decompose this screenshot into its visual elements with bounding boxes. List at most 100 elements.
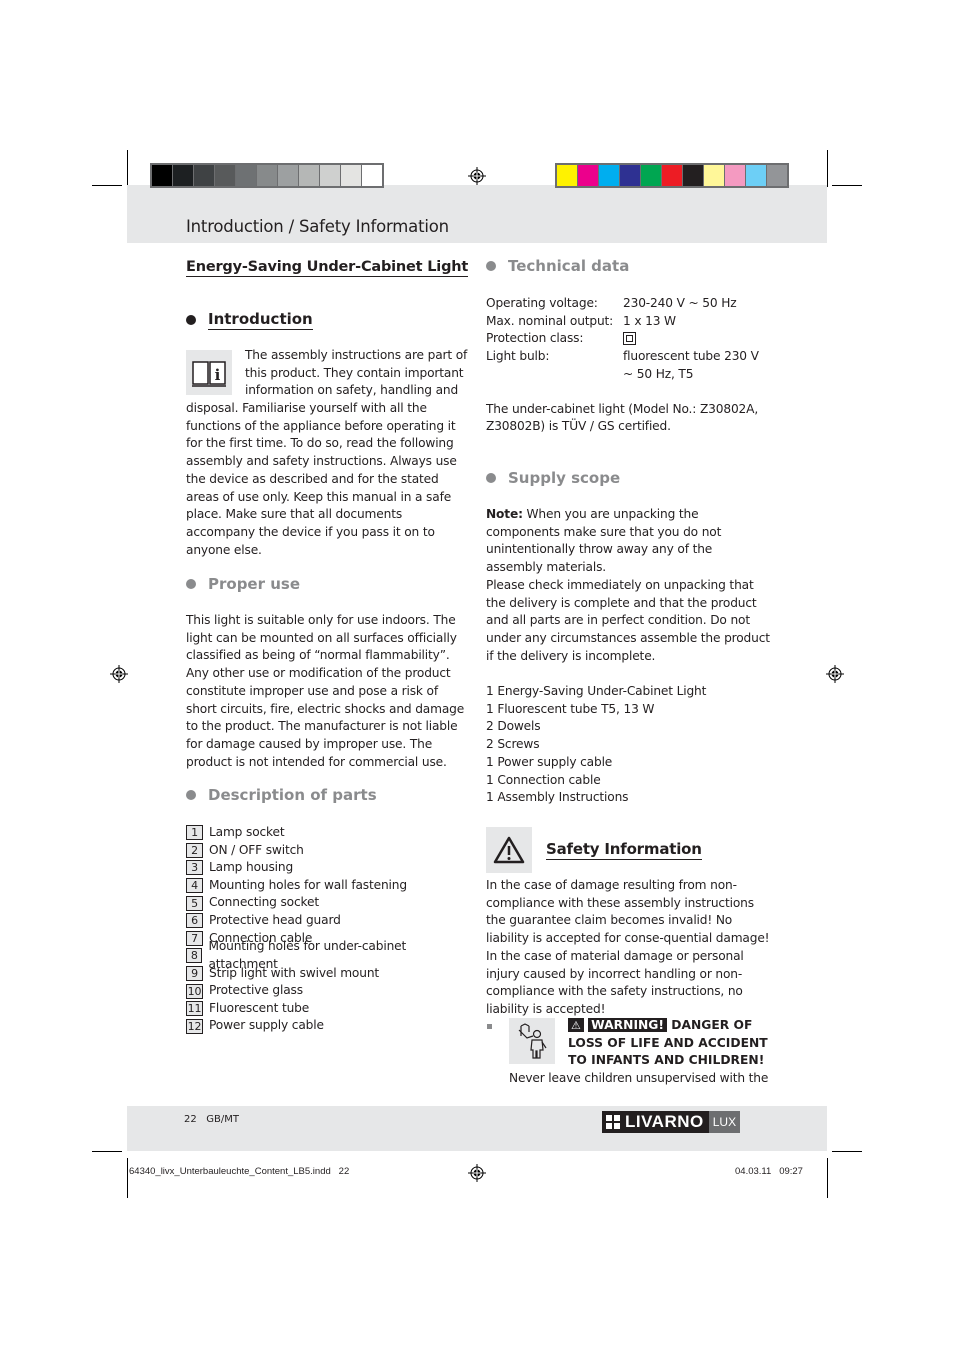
certification-text: The under-cabinet light (Model No.: Z308… — [486, 401, 759, 434]
crop-mark — [92, 185, 122, 186]
part-label: Lamp socket — [209, 824, 285, 839]
supply-list: 1 Energy-Saving Under-Cabinet Light 1 Flu… — [486, 683, 772, 807]
color-swatch — [683, 165, 703, 186]
color-swatch — [578, 165, 598, 186]
part-list-item: 10 Protective glass — [186, 982, 470, 1000]
part-number: 11 — [186, 1001, 203, 1017]
color-swatch — [599, 165, 619, 186]
part-number: 2 — [186, 842, 203, 858]
parts-list: 1 Lamp socket 2 ON / OFF switch 3 Lamp housin… — [186, 824, 470, 1035]
part-number: 10 — [186, 983, 203, 999]
supply-list-item: 2 Screws — [486, 737, 540, 752]
livarno-lux-logo: LIVARNO LUX — [602, 1111, 741, 1133]
color-swatch — [194, 165, 214, 186]
part-list-item: 6 Protective head guard — [186, 912, 470, 930]
bullet-icon — [486, 473, 496, 483]
tech-row-protection: Protection class: — [486, 330, 772, 348]
document-title: Energy-Saving Under-Cabinet Light — [186, 259, 469, 277]
registration-mark-icon — [110, 665, 128, 683]
technical-data-heading: Technical data — [486, 257, 772, 275]
part-label: Connecting socket — [209, 895, 319, 910]
color-swatch — [215, 165, 235, 186]
tech-row-voltage: Operating voltage: 230-240 V ~ 50 Hz — [486, 296, 737, 310]
part-number: 5 — [186, 895, 203, 911]
crop-mark — [127, 150, 128, 187]
warning-label: WARNING! — [588, 1018, 668, 1032]
svg-text:i: i — [215, 366, 221, 384]
introduction-section: Introduction — [186, 310, 470, 330]
proper-use-text: This light is suitable only for use indo… — [186, 613, 465, 769]
color-swatch — [557, 165, 577, 186]
description-of-parts-heading: Description of parts — [186, 786, 470, 804]
part-list-item: 4 Mounting holes for wall fastening — [186, 877, 470, 895]
registration-mark-icon — [468, 167, 486, 185]
grey-calibration-bar — [150, 163, 384, 188]
color-swatch — [641, 165, 661, 186]
manual-info-icon: i — [186, 350, 232, 395]
part-label: Mounting holes for wall fastening — [209, 877, 407, 892]
color-swatch — [725, 165, 745, 186]
supply-scope-check: Please check immediately on unpacking th… — [486, 578, 770, 663]
locale-code: GB/MT — [206, 1114, 239, 1125]
supply-list-item: 1 Connection cable — [486, 772, 601, 787]
introduction-heading: Introduction — [186, 310, 470, 330]
crop-mark — [827, 150, 828, 187]
part-number: 3 — [186, 860, 203, 876]
crop-mark — [827, 1158, 828, 1198]
part-list-item: 12 Power supply cable — [186, 1018, 470, 1036]
part-number: 8 — [186, 948, 203, 964]
safety-text: In the case of damage resulting from non… — [486, 878, 770, 1016]
part-label: Fluorescent tube — [209, 1000, 310, 1015]
safety-heading: Safety Information — [546, 840, 702, 860]
list-bullet-icon — [487, 1024, 492, 1029]
part-list-item: 8 Mounting holes for under-cabinet attach… — [186, 939, 470, 971]
registration-mark-icon — [468, 1164, 486, 1182]
supply-list-item: 1 Assembly Instructions — [486, 790, 629, 805]
bullet-icon — [486, 261, 496, 271]
supply-list-item: 1 Fluorescent tube T5, 13 W — [486, 701, 655, 716]
part-list-item: 1 Lamp socket — [186, 824, 470, 842]
left-column: Energy-Saving Under-Cabinet Light — [186, 256, 470, 277]
color-swatch — [236, 165, 256, 186]
registration-mark-icon — [826, 665, 844, 683]
color-swatch — [257, 165, 277, 186]
bullet-icon — [186, 579, 196, 589]
color-swatch — [662, 165, 682, 186]
color-swatch — [173, 165, 193, 186]
part-list-item: 2 ON / OFF switch — [186, 842, 470, 860]
proper-use-section: Proper use — [186, 575, 470, 593]
bullet-icon — [186, 790, 196, 800]
page-number: 22 — [184, 1114, 197, 1125]
part-label: Lamp housing — [209, 860, 294, 875]
logo-mark-icon — [606, 1115, 620, 1129]
footer-page-info: 22 GB/MT — [184, 1114, 239, 1125]
protection-class-ii-icon — [623, 332, 636, 346]
color-swatch — [152, 165, 172, 186]
supply-scope-note: Note: When you are unpacking the compone… — [486, 507, 722, 575]
technical-data-section: Technical data — [486, 257, 772, 275]
supply-list-item: 1 Power supply cable — [486, 754, 613, 769]
color-swatch — [320, 165, 340, 186]
introduction-text: disposal. Familiarise yourself with all … — [186, 401, 457, 557]
proper-use-heading: Proper use — [186, 575, 470, 593]
part-list-item: 3 Lamp housing — [186, 859, 470, 877]
warning-heading: ⚠ WARNING! DANGER OF LOSS OF LIFE AND AC… — [568, 1018, 768, 1067]
child-hazard-icon — [509, 1018, 555, 1064]
color-swatch — [362, 165, 382, 186]
slug-timestamp: 04.03.11 09:27 — [735, 1166, 803, 1177]
bullet-icon — [186, 315, 196, 325]
color-calibration-bar — [555, 163, 789, 188]
part-number: 9 — [186, 966, 203, 982]
crop-mark — [127, 1158, 128, 1198]
warning-triangle-small-icon: ⚠ — [571, 1019, 581, 1032]
part-number: 1 — [186, 825, 203, 841]
crop-mark — [832, 1151, 862, 1152]
supply-scope-section: Supply scope — [486, 469, 772, 487]
warning-triangle-icon — [486, 827, 532, 873]
supply-list-item: 1 Energy-Saving Under-Cabinet Light — [486, 684, 707, 698]
tech-row-light-bulb: Light bulb: fluorescent tube 230 V ~ 50 … — [486, 349, 759, 381]
supply-scope-heading: Supply scope — [486, 469, 772, 487]
page-header-title: Introduction / Safety Information — [186, 217, 449, 236]
color-swatch — [278, 165, 298, 186]
color-swatch — [299, 165, 319, 186]
